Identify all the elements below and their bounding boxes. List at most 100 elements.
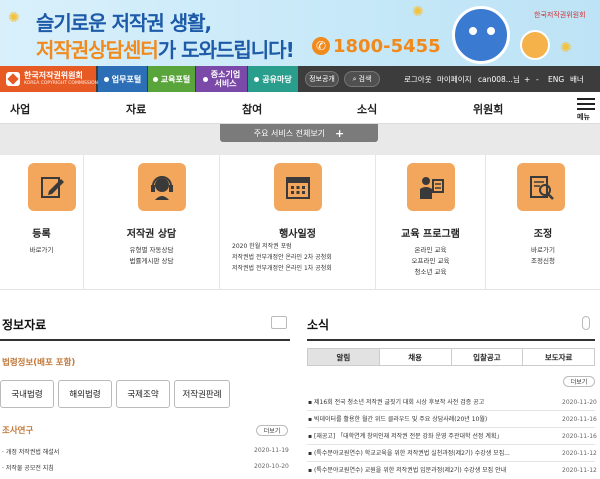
zoom-in-button[interactable]: +: [524, 66, 530, 92]
row-separator: [307, 444, 595, 445]
portal-business[interactable]: 업무포털: [98, 66, 147, 92]
english-link[interactable]: ENG: [548, 66, 564, 92]
hamburger-icon: [577, 98, 595, 100]
info-section-title: 정보자료: [2, 318, 47, 332]
list-item-date: 2020-11-12: [562, 450, 597, 457]
calendar-icon: [274, 163, 322, 211]
firework-icon: ✺: [560, 40, 572, 56]
plus-icon: +: [335, 126, 345, 140]
document-search-icon: [517, 163, 565, 211]
nav-news[interactable]: 소식: [357, 101, 377, 117]
list-item-date: 2020-10-20: [254, 463, 289, 470]
mypage-link[interactable]: 마이페이지: [437, 66, 472, 92]
news-section-title: 소식: [307, 318, 330, 332]
foreign-law-button[interactable]: 해외법령: [58, 380, 112, 408]
precedent-button[interactable]: 저작권판례: [174, 380, 230, 408]
main-navigation: 사업 자료 참여 소식 위원회 메뉴: [0, 92, 600, 124]
list-item-date: 2020-11-19: [254, 447, 289, 454]
row-separator: [307, 461, 595, 462]
service-link[interactable]: 온라인 교육: [376, 244, 485, 254]
news-tabs: 알림 채용 입찰공고 보도자료: [307, 348, 595, 366]
banner-headline: 슬기로운 저작권 생활,: [36, 11, 212, 35]
service-link[interactable]: 바로가기: [486, 244, 600, 254]
logout-link[interactable]: 로그아웃: [404, 66, 432, 92]
info-divider: [0, 339, 290, 341]
services-panel: 등록 바로가기 저작권 상담 유형별 자동상담 법률게시판 상담 행사일정 20…: [0, 155, 600, 290]
list-item[interactable]: ▪ (특수분야교원연수) 교원을 위한 저작권법 입문과정(제2기) 수강생 모…: [308, 465, 506, 474]
service-link[interactable]: 조정신청: [486, 255, 600, 265]
top-bar: 한국저작권위원회 KOREA COPYRIGHT COMMISSION 업무포털…: [0, 66, 600, 92]
banner-subheadline: 저작권상담센터가 도와드립니다!: [36, 38, 295, 62]
service-link[interactable]: 바로가기: [0, 244, 83, 254]
service-event-schedule[interactable]: 행사일정 2020 한월 저작권 포럼 저작권법 전부개정안 온라인 2차 공청…: [220, 155, 376, 290]
banner-phone: ✆ 1800-5455: [312, 36, 441, 57]
domestic-law-button[interactable]: 국내법령: [0, 380, 54, 408]
service-consultation[interactable]: 저작권 상담 유형별 자동상담 법률게시판 상담: [84, 155, 220, 290]
service-link[interactable]: 유형별 자동상담: [84, 244, 219, 254]
all-services-button[interactable]: 주요 서비스 전체보기 +: [220, 124, 378, 142]
zoom-out-button[interactable]: -: [536, 66, 539, 92]
headset-icon: [138, 163, 186, 211]
list-item-date: 2020-11-20: [562, 399, 597, 406]
portal-share[interactable]: 공유마당: [248, 66, 298, 92]
tab-press[interactable]: 보도자료: [523, 348, 595, 366]
phone-icon: ✆: [312, 37, 330, 55]
firework-icon: ✺: [8, 10, 20, 26]
row-separator: [307, 410, 595, 411]
treaty-button[interactable]: 국제조약: [116, 380, 170, 408]
portal-education[interactable]: 교육포털: [148, 66, 195, 92]
site-logo[interactable]: 한국저작권위원회 KOREA COPYRIGHT COMMISSION: [0, 66, 98, 92]
news-more-button[interactable]: 더보기: [563, 376, 595, 387]
list-item[interactable]: ▪ (특수분야교원연수) 학교교육을 위한 저작권법 실천과정(제2기) 수강생…: [308, 448, 510, 457]
menu-button[interactable]: 메뉴: [577, 98, 595, 121]
search-button[interactable]: ⌕ 검색: [344, 71, 380, 87]
list-item-date: 2020-11-12: [562, 467, 597, 474]
nav-participation[interactable]: 참여: [242, 101, 262, 117]
user-name: can008...님: [478, 74, 520, 84]
law-info-heading: 법령정보(배포 포함): [2, 358, 76, 368]
services-strip: 주요 서비스 전체보기 +: [0, 124, 600, 156]
nav-committee[interactable]: 위원회: [473, 101, 503, 117]
event-item[interactable]: 저작권법 전부개정안 온라인 2차 공청회: [232, 252, 332, 261]
portal-sme-service[interactable]: 중소기업 서비스: [196, 66, 247, 92]
firework-icon: ✺: [412, 4, 424, 20]
event-item[interactable]: 2020 한월 저작권 포럼: [232, 241, 292, 250]
news-divider: [307, 339, 595, 341]
service-mediation[interactable]: 조정 바로가기 조정신청: [486, 155, 600, 290]
row-separator: [307, 427, 595, 428]
portal-icon: [254, 76, 260, 82]
search-icon: ⌕: [352, 74, 357, 83]
list-item[interactable]: · 개정 저작권법 해설서: [2, 447, 59, 456]
tab-bid[interactable]: 입찰공고: [451, 348, 524, 366]
promo-banner[interactable]: ✺ ✺ ✺ 슬기로운 저작권 생활, 저작권상담센터가 도와드립니다! ✆ 180…: [0, 0, 600, 66]
tab-recruit[interactable]: 채용: [379, 348, 452, 366]
list-item-date: 2020-11-16: [562, 433, 597, 440]
pen-edit-icon: [28, 163, 76, 211]
service-education[interactable]: 교육 프로그램 온라인 교육 오프라인 교육 청소년 교육: [376, 155, 486, 290]
folder-icon: [271, 316, 287, 329]
nav-business[interactable]: 사업: [10, 101, 30, 117]
portal-icon: [202, 76, 208, 82]
nav-materials[interactable]: 자료: [126, 101, 146, 117]
page-root: ✺ ✺ ✺ 슬기로운 저작권 생활, 저작권상담센터가 도와드립니다! ✆ 180…: [0, 0, 600, 479]
list-item[interactable]: ▪ [재공고] 「대학연계 창의인재 저작권 전문 강좌 운영 주관대학 선정 …: [308, 431, 502, 440]
microphone-icon: [582, 316, 590, 330]
logo-mark-icon: [6, 72, 20, 86]
list-item-date: 2020-11-16: [562, 416, 597, 423]
tab-notice[interactable]: 알림: [307, 348, 380, 366]
event-item[interactable]: 저작권법 전부개정안 온라인 1차 공청회: [232, 263, 332, 272]
service-link[interactable]: 법률게시판 상담: [84, 255, 219, 265]
list-item[interactable]: · 저작물 공모전 지침: [2, 463, 54, 472]
service-registration[interactable]: 등록 바로가기: [0, 155, 84, 290]
lecturer-icon: [407, 163, 455, 211]
info-disclosure-button[interactable]: 정보공개: [305, 71, 339, 87]
service-link[interactable]: 청소년 교육: [376, 266, 485, 276]
list-item[interactable]: ▪ 빅데이터를 활용한 월간 위드 클라우드 및 주요 상담사례(20년 10월…: [308, 414, 487, 423]
banner-toggle[interactable]: 배너: [570, 66, 584, 92]
research-more-button[interactable]: 더보기: [256, 425, 288, 436]
banner-logo: 한국저작권위원회: [534, 11, 586, 19]
mascot-illustration: [452, 6, 510, 64]
portal-icon: [103, 76, 109, 82]
service-link[interactable]: 오프라인 교육: [376, 255, 485, 265]
list-item[interactable]: ▪ 제16회 전국 청소년 저작권 글짓기 대회 시상 후보작 사전 검증 공고: [308, 397, 484, 406]
